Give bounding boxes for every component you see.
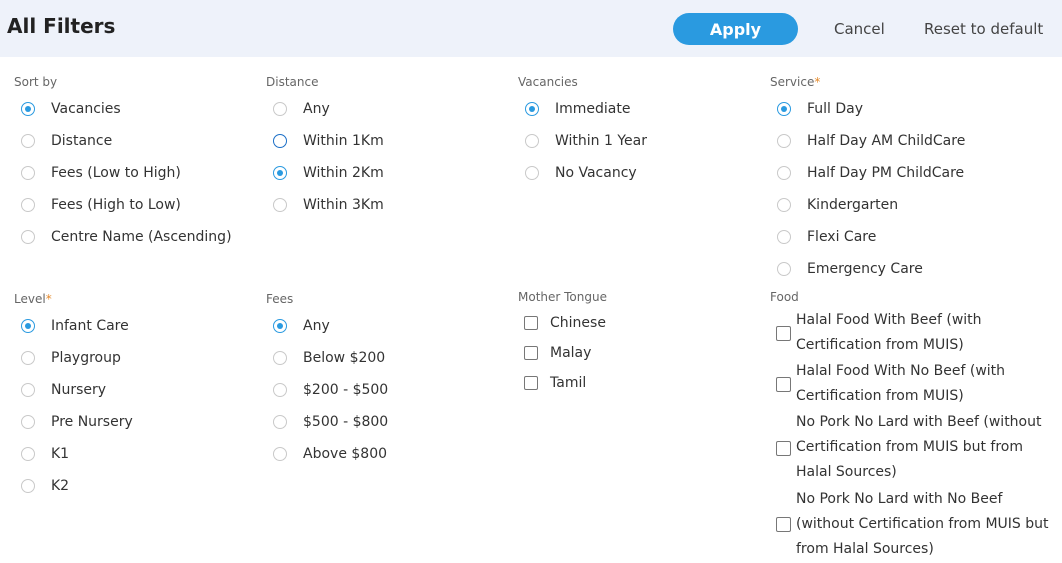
food-label: Food — [770, 290, 799, 304]
service-option-label: Half Day AM ChildCare — [807, 133, 966, 149]
distance-option-label: Within 3Km — [303, 197, 384, 213]
food-option-label: Halal Food With No Beef (with Certificat… — [796, 363, 1006, 404]
vacancy-option-label: No Vacancy — [555, 165, 637, 181]
mother-tongue-label: Mother Tongue — [518, 290, 607, 304]
radio-icon[interactable] — [273, 351, 287, 365]
required-mark: * — [814, 75, 821, 89]
mother-tongue-option-label: Tamil — [550, 375, 587, 391]
page-title: All Filters — [7, 14, 116, 38]
sort-option-label: Distance — [51, 133, 113, 149]
apply-button[interactable]: Apply — [673, 13, 798, 45]
radio-icon[interactable] — [777, 134, 791, 148]
radio-selected-icon[interactable] — [777, 102, 791, 116]
distance-option-label: Within 2Km — [303, 165, 384, 181]
service-label: Service* — [770, 75, 820, 89]
level-option-label: Pre Nursery — [51, 414, 133, 430]
level-option-label: K2 — [51, 478, 70, 494]
radio-icon[interactable] — [21, 383, 35, 397]
radio-icon[interactable] — [273, 102, 287, 116]
sort-option-label: Centre Name (Ascending) — [51, 229, 232, 245]
level-option-label: Nursery — [51, 382, 107, 398]
level-label-text: Level — [14, 292, 46, 306]
food-option-halal-no-beef[interactable]: Halal Food With No Beef (with Certificat… — [776, 359, 1056, 409]
food-option-halal-with-beef[interactable]: Halal Food With Beef (with Certification… — [776, 308, 1056, 358]
radio-icon[interactable] — [525, 166, 539, 180]
fees-option-label: $500 - $800 — [303, 414, 389, 430]
service-option-label: Flexi Care — [807, 229, 877, 245]
food-option-label: No Pork No Lard with No Beef (without Ce… — [796, 491, 1049, 557]
checkbox-icon[interactable] — [776, 441, 791, 456]
fees-option-label: $200 - $500 — [303, 382, 389, 398]
radio-icon[interactable] — [273, 134, 287, 148]
checkbox-icon[interactable] — [776, 517, 791, 532]
radio-selected-icon[interactable] — [273, 166, 287, 180]
level-option-label: Playgroup — [51, 350, 121, 366]
service-option-label: Kindergarten — [807, 197, 899, 213]
required-mark: * — [45, 292, 52, 306]
radio-icon[interactable] — [21, 230, 35, 244]
radio-selected-icon[interactable] — [21, 102, 35, 116]
radio-icon[interactable] — [777, 230, 791, 244]
radio-icon[interactable] — [21, 198, 35, 212]
distance-option-label: Any — [303, 101, 330, 117]
vacancy-option-label: Within 1 Year — [555, 133, 647, 149]
sort-by-label: Sort by — [14, 75, 58, 89]
radio-icon[interactable] — [21, 351, 35, 365]
food-option-no-pork-with-beef[interactable]: No Pork No Lard with Beef (without Certi… — [776, 410, 1056, 486]
level-option-label: K1 — [51, 446, 70, 462]
radio-selected-icon[interactable] — [525, 102, 539, 116]
radio-icon[interactable] — [777, 166, 791, 180]
radio-icon[interactable] — [273, 198, 287, 212]
radio-icon[interactable] — [273, 415, 287, 429]
radio-icon[interactable] — [21, 134, 35, 148]
sort-option-label: Vacancies — [51, 101, 121, 117]
radio-icon[interactable] — [525, 134, 539, 148]
radio-icon[interactable] — [21, 479, 35, 493]
fees-label: Fees — [266, 292, 294, 306]
food-option-label: No Pork No Lard with Beef (without Certi… — [796, 414, 1042, 480]
mother-tongue-option-label: Malay — [550, 345, 592, 361]
level-label: Level* — [14, 292, 52, 306]
sort-option-label: Fees (Low to High) — [51, 165, 181, 181]
service-option-label: Emergency Care — [807, 261, 923, 277]
vacancy-option-label: Immediate — [555, 101, 631, 117]
radio-icon[interactable] — [273, 383, 287, 397]
filters-header: All Filters Apply Cancel Reset to defaul… — [0, 0, 1062, 57]
service-label-text: Service — [770, 75, 815, 89]
vacancies-label: Vacancies — [518, 75, 578, 89]
food-option-no-pork-no-beef[interactable]: No Pork No Lard with No Beef (without Ce… — [776, 487, 1056, 563]
checkbox-icon[interactable] — [524, 376, 538, 390]
food-option-label: Halal Food With Beef (with Certification… — [796, 312, 982, 353]
radio-icon[interactable] — [21, 166, 35, 180]
checkbox-icon[interactable] — [524, 316, 538, 330]
radio-icon[interactable] — [21, 447, 35, 461]
fees-option-label: Below $200 — [303, 350, 386, 366]
reset-to-default-button[interactable]: Reset to default — [924, 20, 1043, 38]
service-option-label: Half Day PM ChildCare — [807, 165, 965, 181]
radio-icon[interactable] — [273, 447, 287, 461]
checkbox-icon[interactable] — [524, 346, 538, 360]
radio-icon[interactable] — [21, 415, 35, 429]
radio-icon[interactable] — [777, 262, 791, 276]
service-option-label: Full Day — [807, 101, 864, 117]
level-option-label: Infant Care — [51, 318, 129, 334]
distance-label: Distance — [266, 75, 319, 89]
checkbox-icon[interactable] — [776, 377, 791, 392]
distance-option-label: Within 1Km — [303, 133, 384, 149]
fees-option-label: Above $800 — [303, 446, 388, 462]
radio-selected-icon[interactable] — [21, 319, 35, 333]
cancel-button[interactable]: Cancel — [834, 20, 885, 38]
mother-tongue-option-label: Chinese — [550, 315, 606, 331]
fees-option-label: Any — [303, 318, 330, 334]
sort-option-label: Fees (High to Low) — [51, 197, 181, 213]
checkbox-icon[interactable] — [776, 326, 791, 341]
radio-icon[interactable] — [777, 198, 791, 212]
radio-selected-icon[interactable] — [273, 319, 287, 333]
